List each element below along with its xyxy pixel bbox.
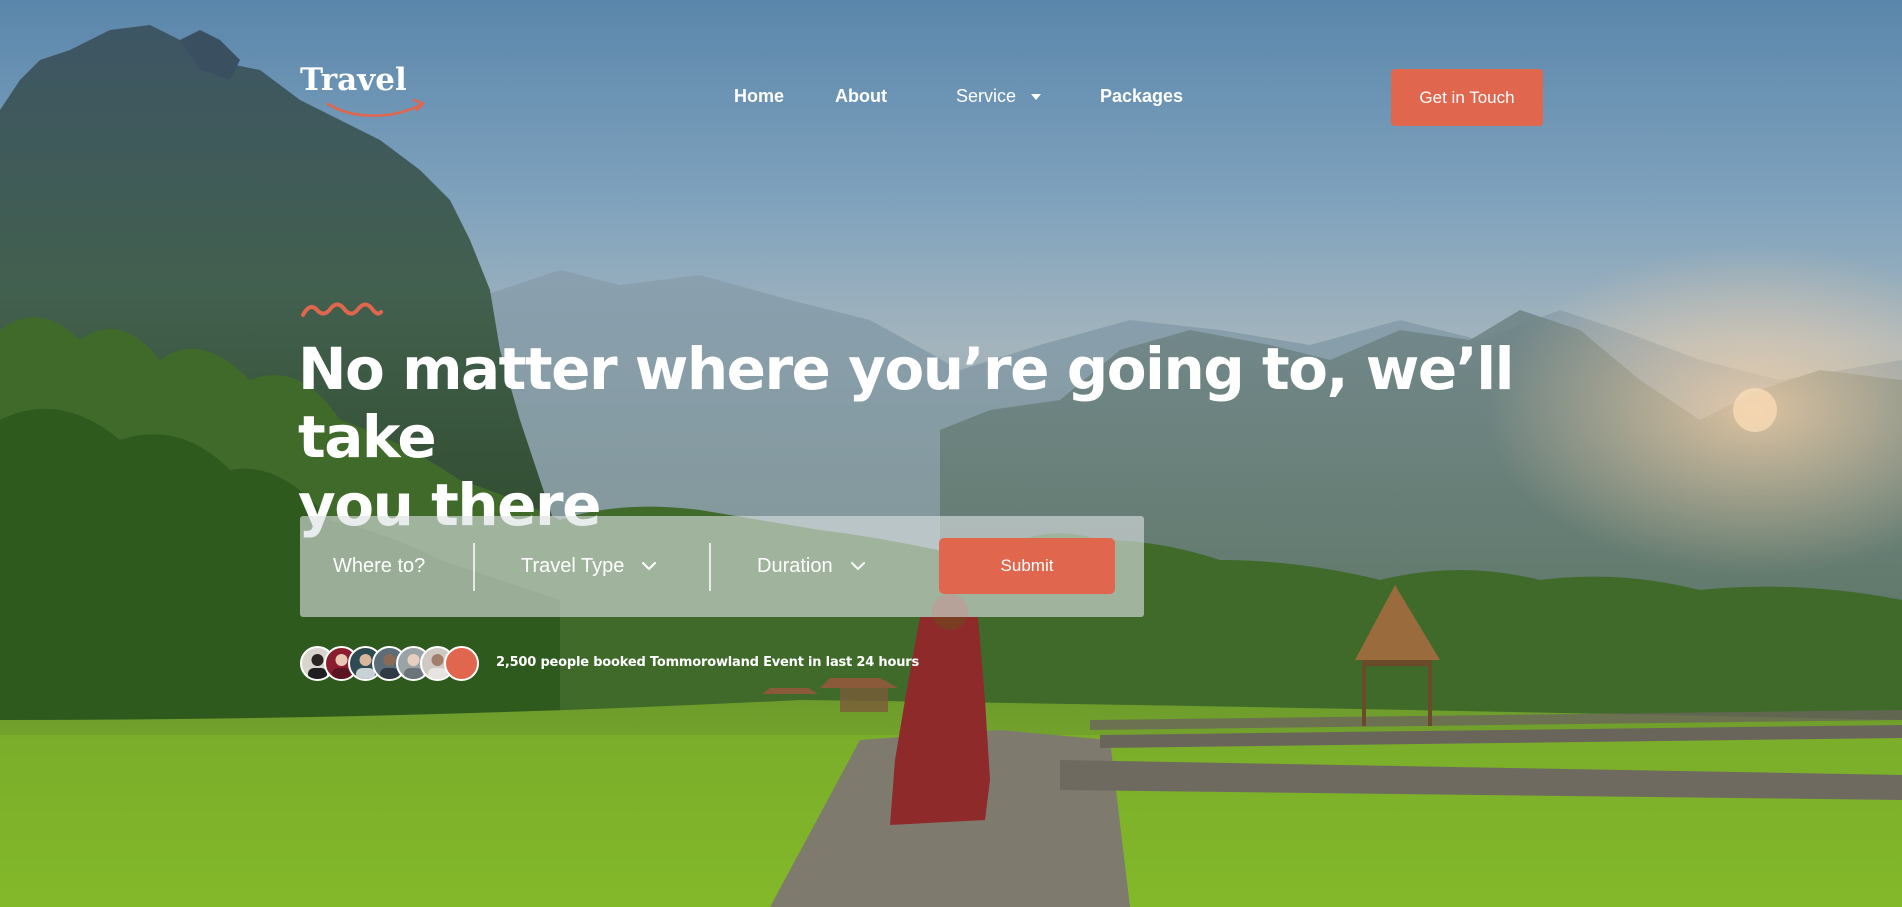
- logo-text: Travel: [300, 62, 407, 98]
- chevron-down-icon: [642, 562, 657, 570]
- travel-type-label: Travel Type: [521, 555, 625, 577]
- duration-label: Duration: [757, 555, 833, 577]
- get-in-touch-button[interactable]: Get in Touch: [1391, 69, 1543, 126]
- submit-button[interactable]: Submit: [939, 538, 1115, 594]
- nav-packages-link[interactable]: Packages: [1100, 86, 1183, 107]
- chevron-down-icon: [850, 562, 865, 570]
- headline-line-1: No matter where you’re going to, we’ll t…: [298, 335, 1514, 471]
- trip-search-bar: Where to? Travel Type Duration Submit: [300, 516, 1144, 617]
- search-divider: [709, 543, 711, 591]
- duration-select[interactable]: Duration: [757, 516, 865, 617]
- booking-count-text: 2,500 people booked Tommorowland Event i…: [496, 655, 919, 670]
- nav-service-label: Service: [956, 86, 1017, 106]
- caret-down-icon: [1031, 94, 1042, 101]
- nav-about-link[interactable]: About: [835, 86, 887, 107]
- search-divider: [473, 543, 475, 591]
- destination-input[interactable]: Where to?: [333, 516, 425, 617]
- brand-logo[interactable]: Travel: [300, 62, 430, 124]
- nav-home-link[interactable]: Home: [734, 86, 784, 107]
- nav-service-dropdown[interactable]: Service: [956, 86, 1042, 107]
- zigzag-icon: [301, 302, 383, 317]
- travel-type-select[interactable]: Travel Type: [521, 516, 657, 617]
- avatar-more: [444, 646, 479, 681]
- hero-section: Travel Home About Service Packages Get i…: [0, 0, 1902, 907]
- logo-swoosh-icon: [326, 98, 425, 117]
- hero-headline: No matter where you’re going to, we’ll t…: [298, 335, 1638, 539]
